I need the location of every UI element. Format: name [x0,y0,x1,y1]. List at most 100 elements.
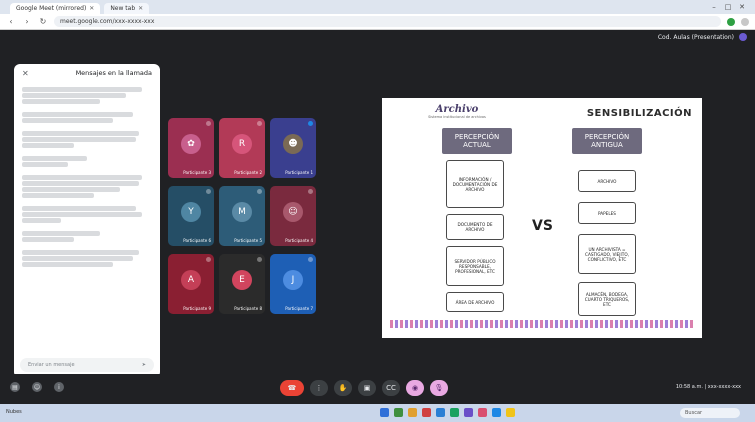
browser-tab-2[interactable]: New tab ✕ [104,3,150,14]
chat-message [22,230,152,243]
chat-title: Mensajes en la llamada [75,69,152,77]
people-icon[interactable]: ☺ [32,382,42,392]
send-icon[interactable]: ➤ [142,362,146,368]
profile-icon[interactable] [741,17,749,26]
participant-avatar: A [181,270,201,291]
logo-subtext: Sistema institucional de archivos [428,115,486,119]
browser-icon[interactable] [436,408,445,417]
search-placeholder: Buscar [685,410,703,416]
chat-message [22,130,152,149]
forward-icon[interactable]: › [22,17,32,26]
decorative-pattern [390,320,694,328]
slide-box: ÁREA DE ARCHIVO [446,292,504,312]
logo-text: Archivo [435,104,479,115]
taskbar-apps [380,408,515,417]
participant-tile[interactable]: A Participante 9 [168,254,214,314]
raise-hand-button[interactable]: ✋ [334,380,352,396]
back-icon[interactable]: ‹ [6,17,16,26]
maximize-icon[interactable]: □ [721,3,735,11]
vs-label: VS [532,218,553,234]
slide-box: UN ARCHIVISTA = CASTIGADO, VIEJITO, CONF… [578,234,636,274]
participant-name: Participante 8 [234,306,262,311]
os-taskbar: Nubes Buscar [0,404,755,422]
more-options-button[interactable]: ⋮ [310,380,328,396]
close-icon[interactable]: ✕ [138,5,143,12]
mic-icon [308,121,313,126]
taskbar-search[interactable]: Buscar [680,408,740,418]
slide-box: ARCHIVO [578,170,636,192]
meeting-title: Cod. Aulas (Presentation) [657,33,734,41]
mic-off-icon [206,189,211,194]
weather-widget[interactable]: Nubes [6,409,22,415]
chat-message [22,205,152,224]
chat-message [22,155,152,168]
app-icon[interactable] [492,408,501,417]
mic-button[interactable]: 🎙 [430,380,448,396]
browser-toolbar: ‹ › ↻ meet.google.com/xxx-xxxx-xxx [0,14,755,30]
close-icon[interactable]: ✕ [22,69,29,78]
participant-avatar: R [232,134,252,155]
participant-tile[interactable]: ☺ Participante 4 [270,186,316,246]
screen: Google Meet (mirrored) ✕ New tab ✕ – □ ✕… [0,0,755,422]
chat-icon[interactable]: ▤ [10,382,20,392]
participant-avatar: J [283,270,303,291]
participant-tile[interactable]: Y Participante 6 [168,186,214,246]
participant-tile[interactable]: ☻ Participante 1 [270,118,316,178]
participant-tile[interactable]: M Participante 5 [219,186,265,246]
folder-icon[interactable] [408,408,417,417]
mic-off-icon [257,121,262,126]
mic-off-icon [308,257,313,262]
captions-button[interactable]: CC [382,380,400,396]
app-icon[interactable] [478,408,487,417]
chat-message [22,86,152,105]
browser-tabbar: Google Meet (mirrored) ✕ New tab ✕ – □ ✕ [0,0,755,14]
app-icon[interactable] [450,408,459,417]
participant-video: ☻ [283,134,303,155]
meet-controls: ▤ ☺ i ☎ ⋮ ✋ ▣ CC ◉ 🎙 10:58 a.m. | xxx-xx… [0,374,755,404]
mic-off-icon [206,257,211,262]
minimize-icon[interactable]: – [707,3,721,11]
column-header-left: PERCEPCIÓN ANTIGUA [572,128,642,154]
participant-avatar: E [232,270,252,291]
info-icon[interactable]: i [54,382,64,392]
participant-avatar: ✿ [181,134,201,155]
participant-avatar: ☺ [283,202,303,223]
chat-message [22,174,152,199]
extension-icon[interactable] [727,17,735,26]
close-icon[interactable]: ✕ [89,5,94,12]
address-bar[interactable]: meet.google.com/xxx-xxxx-xxx [54,16,721,27]
participant-tile[interactable]: J Participante 7 [270,254,316,314]
chat-message [22,111,152,124]
present-button[interactable]: ▣ [358,380,376,396]
mic-off-icon [308,189,313,194]
controls-left: ▤ ☺ i [10,382,64,392]
reload-icon[interactable]: ↻ [38,17,48,26]
slide-box: SERVIDOR PÚBLICO RESPONSABLE, PROFESIONA… [446,246,504,286]
browser-tab-1[interactable]: Google Meet (mirrored) ✕ [10,3,101,14]
participant-name: Participante 6 [183,238,211,243]
participant-tile[interactable]: R Participante 2 [219,118,265,178]
leave-call-button[interactable]: ☎ [280,380,304,396]
tab-label: Google Meet (mirrored) [16,5,87,12]
chat-input-placeholder: Enviar un mensaje [28,362,75,368]
column-header-right: PERCEPCIÓN ACTUAL [442,128,512,154]
chat-header: ✕ Mensajes en la llamada [14,64,160,82]
app-icon[interactable] [506,408,515,417]
participant-tile[interactable]: ✿ Participante 3 [168,118,214,178]
user-avatar[interactable] [739,33,747,41]
app-icon[interactable] [464,408,473,417]
app-icon[interactable] [422,408,431,417]
mic-off-icon [206,121,211,126]
close-window-icon[interactable]: ✕ [735,3,749,11]
mic-off-icon [257,257,262,262]
participant-name: Participante 2 [234,170,262,175]
camera-button[interactable]: ◉ [406,380,424,396]
chat-input[interactable]: Enviar un mensaje ➤ [20,358,154,372]
app-icon[interactable] [394,408,403,417]
participant-name: Participante 3 [183,170,211,175]
participant-avatar: Y [181,202,201,223]
slide-box: PAPELES [578,202,636,224]
participant-tile[interactable]: E Participante 8 [219,254,265,314]
participant-name: Participante 5 [234,238,262,243]
start-icon[interactable] [380,408,389,417]
